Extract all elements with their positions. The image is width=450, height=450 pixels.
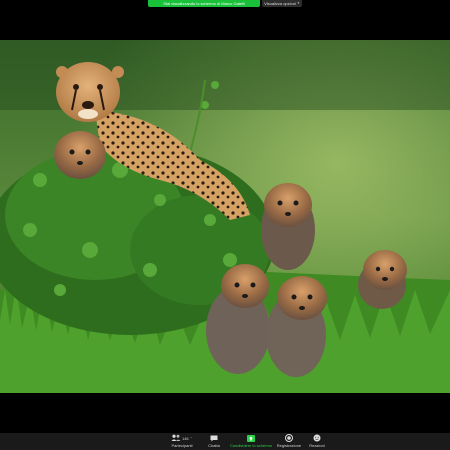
meeting-toolbar: 146 ⌃ Partecipanti Chatta Condividere lo…: [0, 433, 450, 450]
shared-screen-content: [0, 40, 450, 393]
cheetah-photo: [0, 40, 450, 393]
share-screen-label: Condividere lo schermo: [229, 443, 273, 448]
record-label: Registrazione: [276, 443, 302, 448]
cheetah-cub-1: [54, 131, 106, 179]
people-icon: [171, 434, 181, 441]
view-options-button[interactable]: Visualizza opzioni ▼: [262, 0, 302, 7]
chat-button[interactable]: Chatta: [200, 433, 228, 450]
view-options-label: Visualizza opzioni: [264, 1, 296, 6]
share-screen-button[interactable]: Condividere lo schermo: [228, 433, 274, 450]
participants-button[interactable]: 146 ⌃ Partecipanti: [165, 433, 199, 450]
chat-label: Chatta: [208, 443, 220, 448]
share-screen-icon: [247, 434, 255, 442]
record-button[interactable]: Registrazione: [274, 433, 304, 450]
reactions-label: Reazioni: [309, 443, 325, 448]
reactions-button[interactable]: Reazioni: [305, 433, 329, 450]
record-icon: [285, 434, 293, 442]
chevron-down-icon: ▼: [296, 1, 300, 5]
participants-label: Partecipanti: [171, 443, 193, 448]
cheetah-cub-2: [261, 183, 315, 270]
share-banner-text: Stai visualizzando lo schermo di Marco G…: [163, 1, 245, 6]
chat-icon: [210, 435, 218, 441]
screen-share-banner[interactable]: Stai visualizzando lo schermo di Marco G…: [148, 0, 260, 7]
chevron-up-icon[interactable]: ⌃: [190, 436, 193, 441]
participants-count: 146: [181, 435, 189, 441]
reactions-icon: [313, 434, 321, 442]
